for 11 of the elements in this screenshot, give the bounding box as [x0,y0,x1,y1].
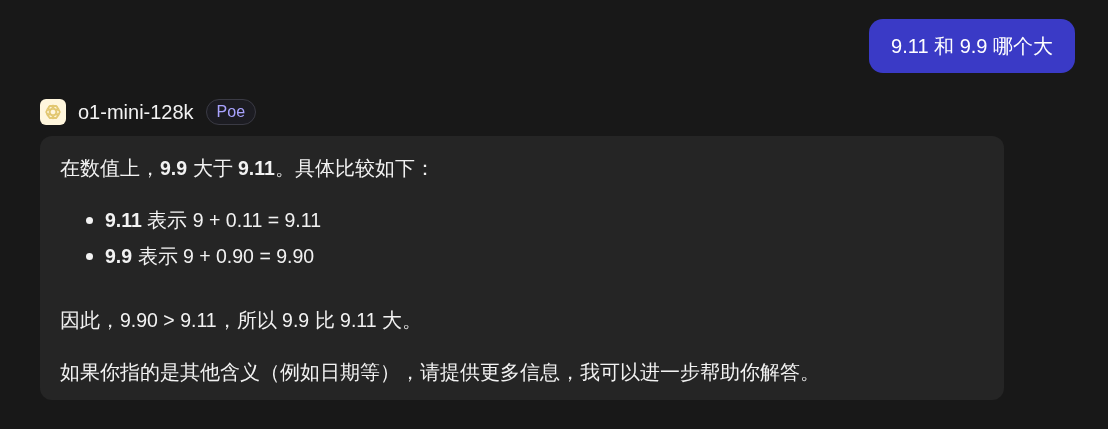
bot-badge: Poe [205,99,257,125]
user-message: 9.11 和 9.9 哪个大 [869,19,1075,73]
list-item: 9.9 表示 9 + 0.90 = 9.90 [105,244,315,269]
bot-name: o1-mini-128k [78,100,194,124]
bot-avatar-icon [40,99,66,125]
list-item: 9.11 表示 9 + 0.11 = 9.11 [105,208,322,233]
bullet-icon [86,216,93,224]
response-paragraph: 在数值上，9.9 大于 9.11。具体比较如下： [60,156,436,181]
response-paragraph: 因此，9.90 > 9.11，所以 9.9 比 9.11 大。 [60,308,423,333]
bullet-icon [86,252,93,260]
response-paragraph: 如果你指的是其他含义（例如日期等），请提供更多信息，我可以进一步帮助你解答。 [60,360,821,385]
